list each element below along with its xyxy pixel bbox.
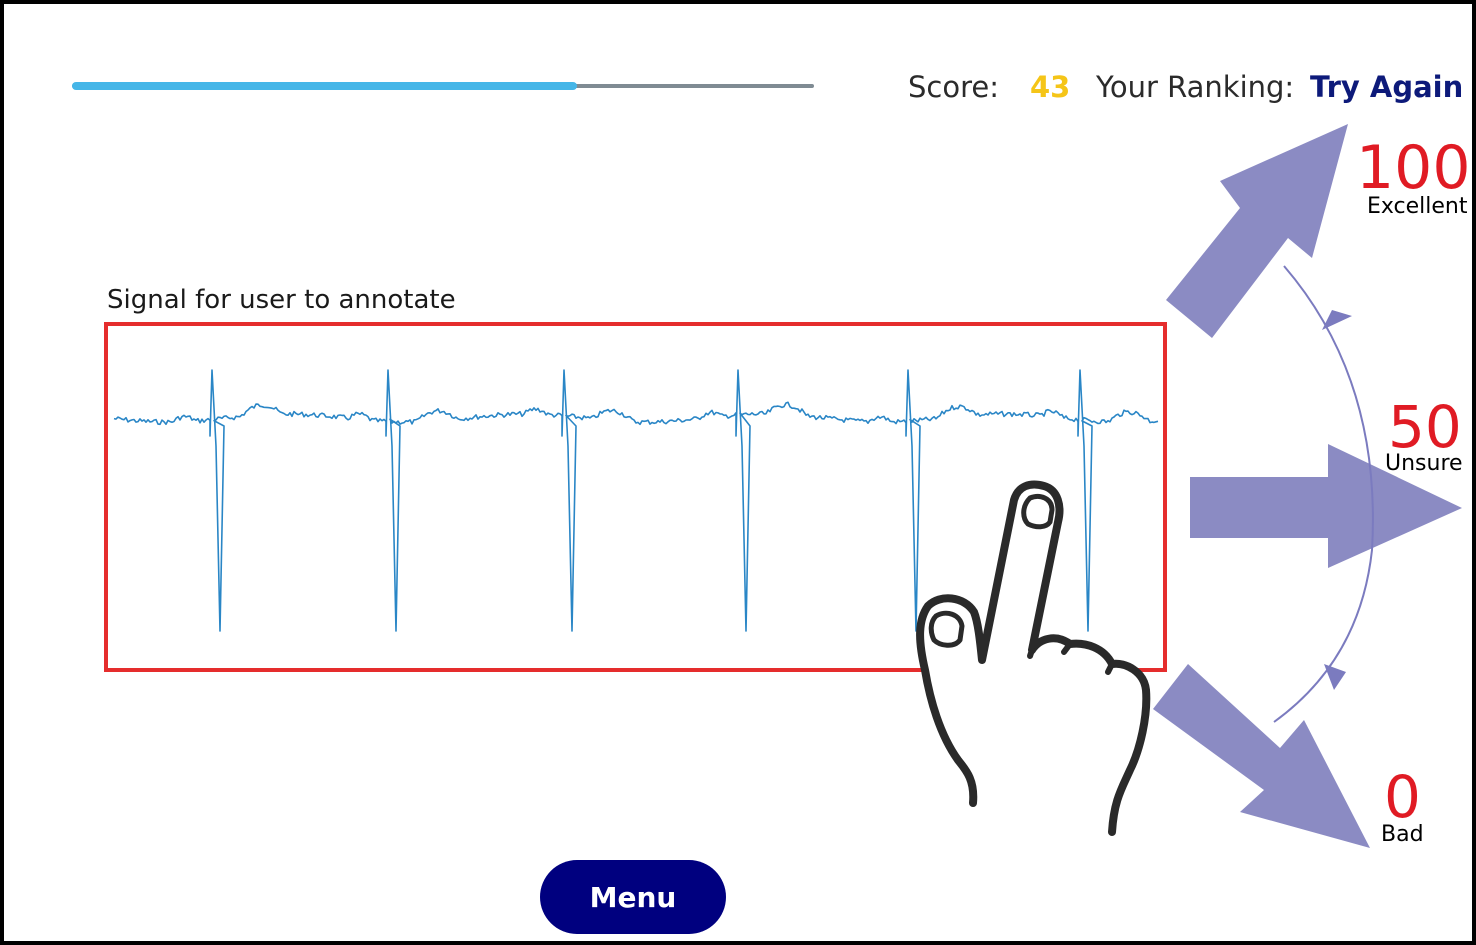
ecg-signal-plot xyxy=(113,369,1159,632)
ecg-signal-trace xyxy=(113,369,1159,632)
rating-scale-curve xyxy=(1273,265,1374,723)
rating-value-unsure: 50 xyxy=(1388,393,1462,461)
score-label: Score: xyxy=(908,70,999,104)
swipe-up-right-arrow-icon xyxy=(1166,124,1348,338)
swipe-down-right-arrow-icon xyxy=(1153,664,1370,848)
curve-arrowhead-up-icon xyxy=(1322,310,1352,330)
rating-label-excellent: Excellent xyxy=(1367,194,1468,219)
rating-label-unsure: Unsure xyxy=(1385,451,1463,476)
progress-bar-fill xyxy=(72,82,577,90)
score-value: 43 xyxy=(1030,70,1071,104)
menu-button[interactable]: Menu xyxy=(540,860,726,934)
rating-label-bad: Bad xyxy=(1381,822,1424,847)
ranking-label: Your Ranking: xyxy=(1096,70,1295,104)
rating-value-bad: 0 xyxy=(1384,763,1421,831)
ranking-value: Try Again xyxy=(1310,70,1464,104)
signal-caption: Signal for user to annotate xyxy=(107,285,456,315)
signal-panel[interactable] xyxy=(104,322,1167,672)
rating-value-excellent: 100 xyxy=(1356,133,1471,203)
curve-arrowhead-down-icon xyxy=(1324,664,1346,690)
progress-bar xyxy=(72,82,814,90)
